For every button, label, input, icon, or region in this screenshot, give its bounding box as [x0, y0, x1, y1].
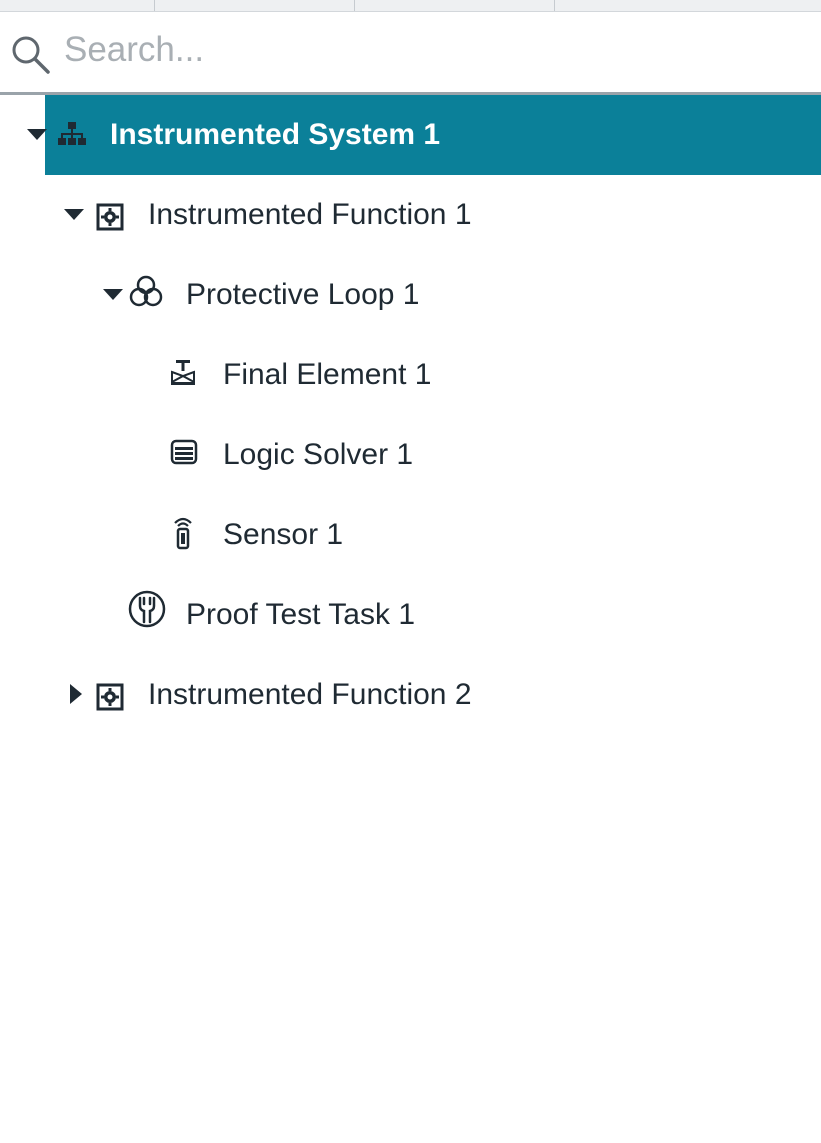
valve-icon	[171, 360, 195, 385]
function-gear-icon	[96, 203, 124, 231]
search-input[interactable]	[64, 26, 804, 74]
wrench-circle-icon	[128, 590, 166, 628]
tree-node-label: Proof Test Task 1	[186, 598, 416, 631]
caret-down-icon[interactable]	[26, 123, 48, 145]
tab-3[interactable]	[355, 0, 555, 11]
tree-node-instrumented-function-1[interactable]: Instrumented Function 1	[0, 175, 821, 255]
tree-node-label: Final Element 1	[223, 358, 432, 391]
tab-2[interactable]	[155, 0, 355, 11]
hierarchy-icon	[58, 122, 86, 145]
caret-down-icon[interactable]	[102, 283, 124, 305]
tree-node-instrumented-system-1[interactable]: Instrumented System 1	[0, 95, 821, 175]
tree-node-protective-loop-1[interactable]: Protective Loop 1	[0, 255, 821, 335]
tree-node-sensor-1[interactable]: Sensor 1	[0, 495, 821, 575]
tab-strip	[0, 0, 821, 12]
function-gear-icon	[96, 683, 124, 711]
tree-node-final-element-1[interactable]: Final Element 1	[0, 335, 821, 415]
tree-node-instrumented-function-2[interactable]: Instrumented Function 2	[0, 655, 821, 735]
tree-node-label: Sensor 1	[223, 518, 344, 551]
search-bar	[0, 12, 821, 95]
tab-1[interactable]	[0, 0, 155, 11]
tree-node-label: Logic Solver 1	[223, 438, 414, 471]
tree-node-label: Instrumented Function 2	[148, 678, 472, 711]
tree-node-logic-solver-1[interactable]: Logic Solver 1	[0, 415, 821, 495]
logic-solver-icon	[170, 439, 198, 465]
tree-node-proof-test-task-1[interactable]: Proof Test Task 1	[0, 575, 821, 655]
tree-node-label: Instrumented Function 1	[148, 198, 472, 231]
tree-node-label: Instrumented System 1	[110, 118, 441, 151]
loop-knot-icon	[129, 275, 163, 307]
caret-down-icon[interactable]	[63, 203, 85, 225]
sensor-icon	[174, 517, 192, 550]
caret-right-icon[interactable]	[66, 683, 88, 705]
search-icon[interactable]	[10, 35, 52, 75]
tree-node-label: Protective Loop 1	[186, 278, 420, 311]
